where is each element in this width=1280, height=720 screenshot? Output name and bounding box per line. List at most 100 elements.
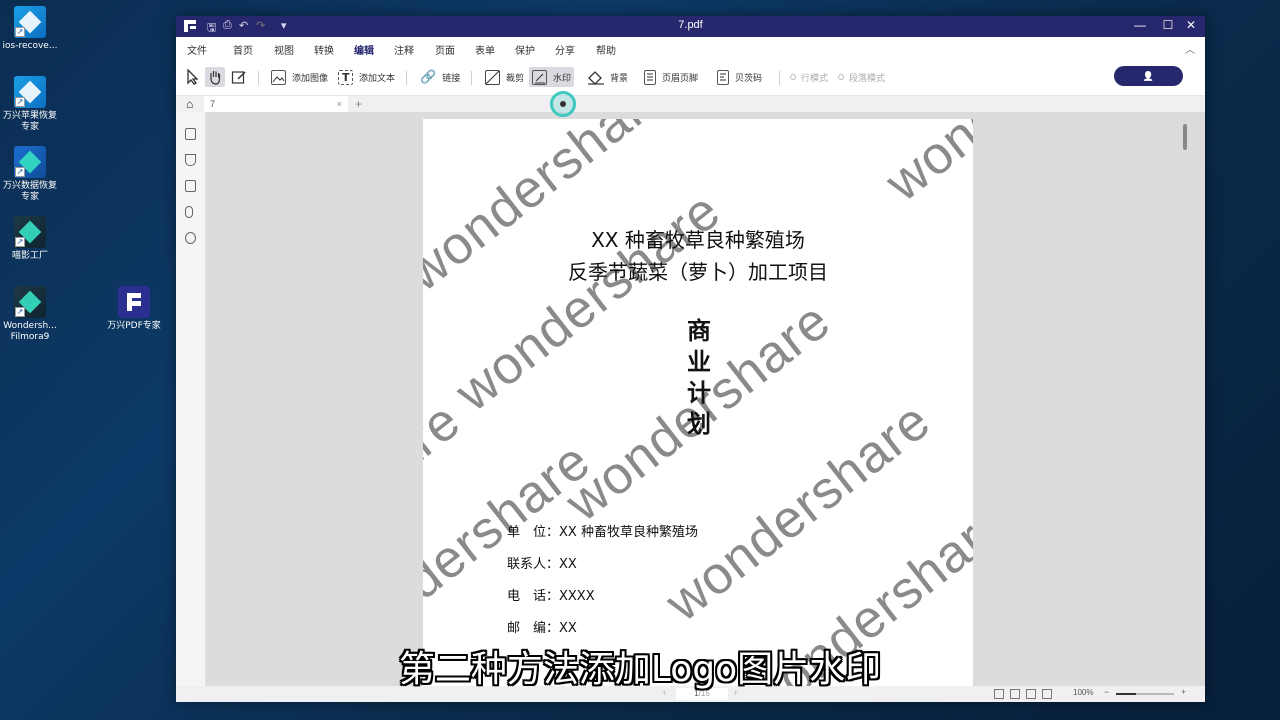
- maximize-button[interactable]: ☐: [1158, 18, 1178, 32]
- menu-page[interactable]: 页面: [435, 42, 455, 57]
- paragraph-mode-label: 段落模式: [849, 73, 886, 84]
- zoom-slider[interactable]: [1116, 693, 1174, 695]
- info-phone: 电 话：XXXX: [507, 589, 595, 604]
- desktop-icon-ios-recovery[interactable]: ↗ ios-recove...: [0, 6, 60, 52]
- document-canvas: wondershare wondershare wondershare wond…: [206, 112, 1205, 686]
- close-button[interactable]: ✕: [1181, 18, 1201, 32]
- crop-button[interactable]: 裁剪: [485, 67, 524, 87]
- watermark-label: 水印: [553, 73, 572, 84]
- menu-protect[interactable]: 保护: [515, 42, 535, 57]
- line-mode-option[interactable]: 行模式: [790, 67, 828, 87]
- menu-bar: 文件 首页 视图 转换 编辑 注释 页面 表单 保护 分享 帮助 ︿: [176, 37, 1205, 62]
- desktop-icon-label: 万兴数据恢复专家: [2, 181, 57, 202]
- edit-box-icon: [231, 71, 246, 84]
- hand-icon: [210, 71, 221, 85]
- header-footer-icon: [644, 69, 656, 85]
- add-text-label: 添加文本: [359, 73, 396, 84]
- desktop-icon-label: 万兴苹果恢复专家: [2, 111, 57, 132]
- link-label: 链接: [442, 73, 461, 84]
- header-footer-button[interactable]: 页眉页脚: [644, 67, 698, 87]
- crop-icon: [485, 69, 500, 85]
- user-account-button[interactable]: 👤: [1114, 66, 1183, 86]
- watermark-icon: [532, 69, 547, 85]
- menu-convert[interactable]: 转换: [314, 42, 334, 57]
- bates-number-button[interactable]: 贝茨码: [717, 67, 762, 87]
- left-panel-bar: [176, 112, 206, 686]
- link-button[interactable]: 🔗 链接: [420, 67, 460, 87]
- apple-recovery-icon: ↗: [14, 76, 46, 108]
- text-box-icon: T: [338, 69, 353, 85]
- add-image-button[interactable]: 添加图像: [271, 67, 328, 87]
- menu-view[interactable]: 视图: [274, 42, 294, 57]
- radio-icon: [838, 74, 844, 80]
- background-label: 背景: [610, 73, 629, 84]
- bookmark-icon[interactable]: [185, 154, 196, 166]
- watermark-text: wondershare: [874, 119, 973, 214]
- document-title-line1: XX 种畜牧草良种繁殖场: [591, 228, 805, 252]
- edit-toolbar: 添加图像 T 添加文本 🔗 链接 裁剪 水印 背景 页眉页脚 贝茨码 行模式 段…: [176, 59, 1205, 96]
- menu-form[interactable]: 表单: [475, 42, 495, 57]
- document-title-line2: 反季节蔬菜（萝卜）加工项目: [568, 260, 828, 284]
- desktop-icon-apple-recovery[interactable]: ↗ 万兴苹果恢复专家: [0, 76, 60, 133]
- radio-icon: [790, 74, 796, 80]
- header-footer-label: 页眉页脚: [662, 73, 699, 84]
- desktop-icon-label: ios-recove...: [2, 41, 58, 51]
- background-button[interactable]: 背景: [587, 67, 628, 87]
- hand-tool[interactable]: [205, 67, 225, 87]
- add-image-label: 添加图像: [292, 73, 329, 84]
- pdf-editor-window: 🖫 ⎙ ↶ ↷ ▾ 7.pdf — ☐ ✕ 文件 首页 视图 转换 编辑 注释 …: [176, 16, 1205, 702]
- collapse-ribbon-icon[interactable]: ︿: [1185, 41, 1195, 56]
- menu-file[interactable]: 文件: [187, 42, 207, 57]
- minimize-button[interactable]: —: [1130, 18, 1150, 32]
- menu-comment[interactable]: 注释: [394, 42, 414, 57]
- vertical-scrollbar[interactable]: [1183, 124, 1187, 150]
- desktop-icon-data-recovery[interactable]: ↗ 万兴数据恢复专家: [0, 146, 60, 203]
- menu-help[interactable]: 帮助: [596, 42, 616, 57]
- document-tab[interactable]: 7 ×: [204, 96, 348, 112]
- document-tab-label: 7: [210, 99, 216, 109]
- search-icon[interactable]: [185, 232, 196, 244]
- bates-icon: [717, 69, 729, 85]
- watermark-text: wondershare: [423, 430, 602, 673]
- filmora-icon: ↗: [14, 216, 46, 248]
- select-tool[interactable]: [186, 67, 200, 87]
- pdf-page[interactable]: wondershare wondershare wondershare wond…: [423, 119, 973, 686]
- menu-edit[interactable]: 编辑: [354, 42, 374, 62]
- image-icon: [271, 69, 286, 85]
- attachment-icon[interactable]: [185, 206, 193, 218]
- desktop-icon-filmora9[interactable]: ↗ Wondersh... Filmora9: [0, 286, 60, 343]
- user-icon: 👤: [1142, 71, 1155, 81]
- edit-tool[interactable]: [231, 67, 247, 87]
- vertical-title-char: 业: [687, 347, 711, 376]
- menu-home[interactable]: 首页: [233, 42, 253, 57]
- desktop-icon-miaoying[interactable]: ↗ 喵影工厂: [0, 216, 60, 262]
- vertical-title-char: 划: [687, 409, 711, 438]
- cursor-arrow-icon: [187, 69, 199, 85]
- paragraph-mode-option[interactable]: 段落模式: [838, 67, 885, 87]
- bates-label: 贝茨码: [735, 73, 763, 84]
- desktop-icon-label: Wondersh... Filmora9: [3, 321, 57, 342]
- comment-icon[interactable]: [185, 180, 196, 192]
- add-text-button[interactable]: T 添加文本: [338, 67, 395, 87]
- video-caption: 第二种方法添加Logo图片水印: [398, 649, 882, 690]
- title-bar: 🖫 ⎙ ↶ ↷ ▾ 7.pdf — ☐ ✕: [176, 16, 1205, 37]
- thumbnails-icon[interactable]: [185, 128, 196, 140]
- desktop-icon-label: 喵影工厂: [11, 251, 48, 261]
- info-postal: 邮 编：XX: [507, 621, 577, 636]
- new-tab-button[interactable]: +: [355, 96, 362, 112]
- watermark-button[interactable]: 水印: [529, 67, 575, 87]
- close-tab-icon[interactable]: ×: [337, 96, 342, 112]
- vertical-title: 商 业 计 划: [679, 315, 719, 439]
- data-recovery-icon: ↗: [14, 146, 46, 178]
- mouse-cursor-icon: [560, 101, 566, 107]
- vertical-title-char: 计: [687, 378, 711, 407]
- zoom-slider-fill: [1116, 693, 1137, 695]
- pdf-expert-icon: [118, 286, 150, 318]
- home-icon[interactable]: ⌂: [186, 97, 193, 111]
- desktop-icon-label: 万兴PDF专家: [107, 321, 161, 331]
- info-unit: 单 位：XX 种畜牧草良种繁殖场: [507, 525, 698, 540]
- line-mode-label: 行模式: [801, 73, 829, 84]
- menu-share[interactable]: 分享: [555, 42, 575, 57]
- desktop-icon-pdf-expert[interactable]: 万兴PDF专家: [104, 286, 164, 332]
- document-tab-bar: ⌂ 7 × +: [176, 96, 1205, 112]
